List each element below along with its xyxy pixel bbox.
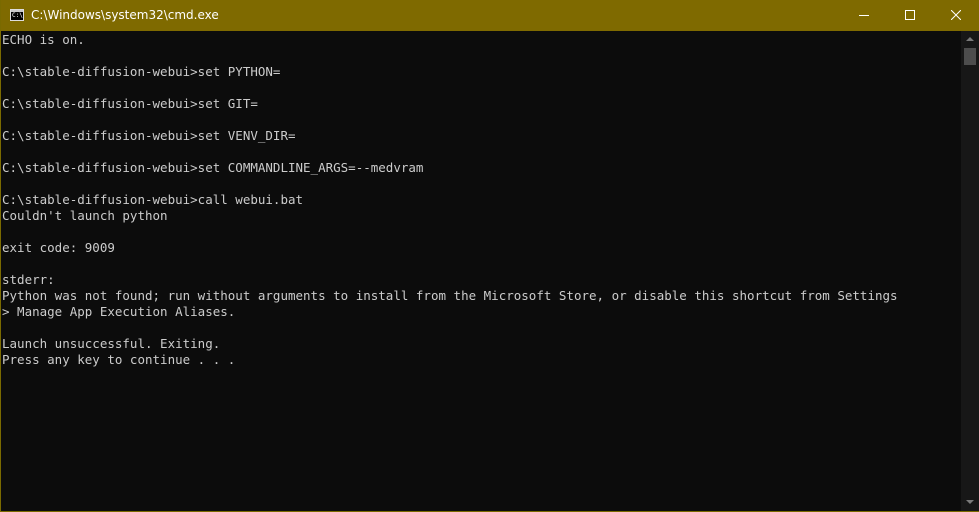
console-line: C:\stable-diffusion-webui>set PYTHON=: [2, 64, 281, 79]
console-output[interactable]: ECHO is on. C:\stable-diffusion-webui>set…: [2, 31, 961, 511]
minimize-button[interactable]: [841, 0, 887, 31]
console-line: > Manage App Execution Aliases.: [2, 304, 236, 319]
close-button[interactable]: [933, 0, 979, 31]
scroll-thumb[interactable]: [964, 48, 976, 65]
console-line: C:\stable-diffusion-webui>set COMMANDLIN…: [2, 160, 424, 175]
console-line: ECHO is on.: [2, 32, 85, 47]
console-line: Launch unsuccessful. Exiting.: [2, 336, 221, 351]
window-title: C:\Windows\system32\cmd.exe: [31, 8, 219, 22]
scroll-up-arrow-icon[interactable]: [961, 31, 979, 47]
maximize-icon: [905, 10, 915, 20]
console-line: exit code: 9009: [2, 240, 115, 255]
console-line: Press any key to continue . . .: [2, 352, 236, 367]
minimize-icon: [859, 15, 869, 16]
console-icon-text: C:\: [12, 12, 23, 19]
close-icon: [951, 10, 961, 20]
console-line: stderr:: [2, 272, 55, 287]
console-icon[interactable]: C:\: [10, 9, 24, 21]
scroll-down-arrow-icon[interactable]: [961, 495, 979, 511]
console-line: Python was not found; run without argume…: [2, 288, 898, 303]
vertical-scrollbar[interactable]: [961, 31, 979, 511]
maximize-button[interactable]: [887, 0, 933, 31]
console-line: C:\stable-diffusion-webui>call webui.bat: [2, 192, 304, 207]
console-line: C:\stable-diffusion-webui>set GIT=: [2, 96, 258, 111]
console-line: C:\stable-diffusion-webui>set VENV_DIR=: [2, 128, 296, 143]
console-line: Couldn't launch python: [2, 208, 168, 223]
title-bar[interactable]: C:\ C:\Windows\system32\cmd.exe: [1, 0, 979, 31]
cmd-window: C:\ C:\Windows\system32\cmd.exe ECHO is …: [0, 0, 979, 512]
